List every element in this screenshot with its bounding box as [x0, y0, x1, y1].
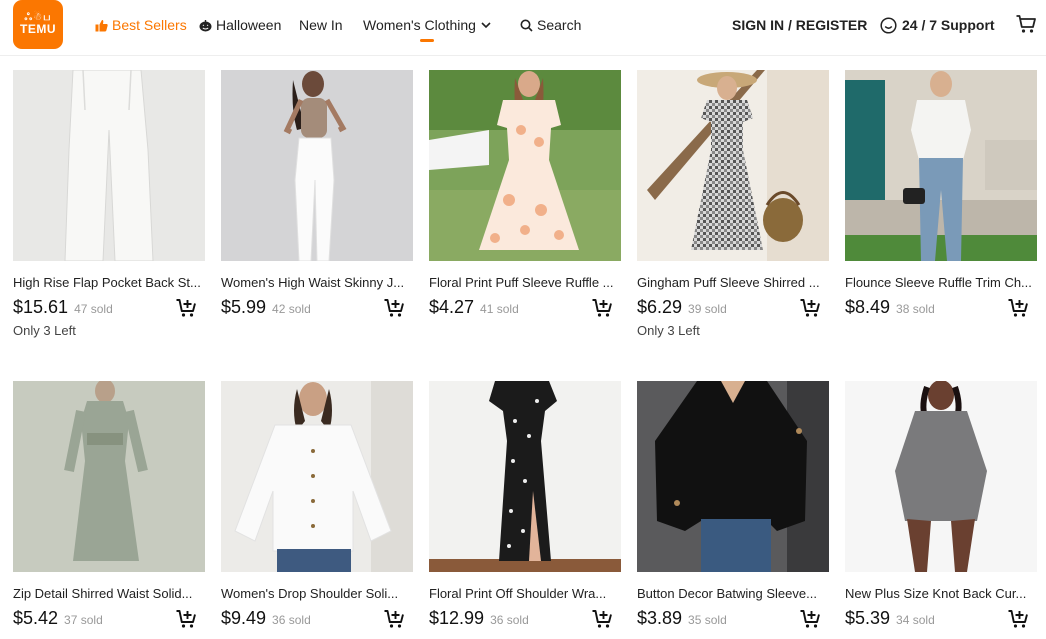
stock-note: Only 3 Left — [13, 323, 76, 338]
product-image-floral-wrap-dress[interactable] — [429, 381, 621, 572]
sold-count: 34 sold — [896, 613, 935, 627]
price-value: $6.29 — [637, 297, 683, 317]
sign-in-label: SIGN IN / REGISTER — [732, 17, 868, 33]
search-icon — [520, 19, 533, 32]
product-title[interactable]: Flounce Sleeve Ruffle Trim Ch... — [845, 275, 1037, 291]
chat-smile-icon — [880, 16, 897, 34]
nav-best-sellers-label: Best Sellers — [112, 17, 187, 33]
add-to-cart-icon — [384, 610, 404, 628]
product-title[interactable]: New Plus Size Knot Back Cur... — [845, 586, 1037, 602]
product-image-ruffle-blouse[interactable] — [845, 70, 1037, 261]
add-to-cart-icon — [1008, 299, 1028, 317]
product-price: $4.27 41 sold — [429, 296, 519, 320]
price-value: $9.49 — [221, 608, 267, 628]
product-image-floral-dress[interactable] — [429, 70, 621, 261]
sold-count: 36 sold — [272, 613, 311, 627]
support-link[interactable]: 24 / 7 Support — [880, 14, 995, 36]
product-price: $12.99 36 sold — [429, 607, 529, 631]
temu-logo[interactable]: ஃ☃ப TEMU — [13, 0, 63, 49]
stock-note: Only 3 Left — [637, 323, 700, 338]
add-to-cart-icon — [384, 299, 404, 317]
product-image-plus-size-dress[interactable] — [845, 381, 1037, 572]
product-image-white-shirt[interactable] — [221, 381, 413, 572]
product-price: $15.61 47 sold — [13, 296, 113, 320]
nav-search[interactable]: Search — [520, 15, 581, 35]
add-to-cart-icon — [800, 610, 820, 628]
product-image-gingham-dress[interactable] — [637, 70, 829, 261]
thumbs-up-icon — [95, 19, 108, 32]
nav-new-in-label: New In — [299, 17, 343, 33]
sold-count: 36 sold — [490, 613, 529, 627]
add-to-cart-button[interactable] — [799, 296, 821, 318]
add-to-cart-icon — [592, 299, 612, 317]
nav-search-label: Search — [537, 17, 582, 33]
price-value: $3.89 — [637, 608, 683, 628]
pumpkin-icon — [199, 19, 212, 32]
product-image-wide-leg-pants[interactable] — [13, 70, 205, 261]
logo-text: TEMU — [20, 22, 56, 36]
product-title[interactable]: Floral Print Off Shoulder Wra... — [429, 586, 621, 602]
sold-count: 42 sold — [272, 302, 311, 316]
product-price: $9.49 36 sold — [221, 607, 311, 631]
add-to-cart-button[interactable] — [175, 296, 197, 318]
sign-in-register-link[interactable]: SIGN IN / REGISTER — [732, 14, 867, 36]
product-title[interactable]: Zip Detail Shirred Waist Solid... — [13, 586, 205, 602]
product-image-batwing-top[interactable] — [637, 381, 829, 572]
sold-count: 38 sold — [896, 302, 935, 316]
product-title[interactable]: High Rise Flap Pocket Back St... — [13, 275, 205, 291]
product-image-skinny-jeans[interactable] — [221, 70, 413, 261]
nav-best-sellers[interactable]: Best Sellers — [95, 15, 187, 35]
support-label: 24 / 7 Support — [902, 17, 995, 33]
active-nav-underline — [420, 39, 434, 42]
shopping-cart-icon — [1015, 13, 1037, 35]
add-to-cart-button[interactable] — [175, 607, 197, 629]
add-to-cart-button[interactable] — [591, 296, 613, 318]
price-value: $15.61 — [13, 297, 69, 317]
add-to-cart-button[interactable] — [1007, 607, 1029, 629]
price-value: $8.49 — [845, 297, 891, 317]
add-to-cart-icon — [176, 299, 196, 317]
add-to-cart-button[interactable] — [591, 607, 613, 629]
product-image-shirred-waist-dress[interactable] — [13, 381, 205, 572]
product-title[interactable]: Button Decor Batwing Sleeve... — [637, 586, 829, 602]
product-title[interactable]: Women's Drop Shoulder Soli... — [221, 586, 413, 602]
product-title[interactable]: Women's High Waist Skinny J... — [221, 275, 413, 291]
product-title[interactable]: Gingham Puff Sleeve Shirred ... — [637, 275, 829, 291]
product-price: $6.29 39 sold — [637, 296, 727, 320]
cart-button[interactable] — [1015, 13, 1037, 35]
add-to-cart-button[interactable] — [799, 607, 821, 629]
add-to-cart-button[interactable] — [383, 296, 405, 318]
price-value: $12.99 — [429, 608, 485, 628]
price-value: $5.39 — [845, 608, 891, 628]
sold-count: 47 sold — [74, 302, 113, 316]
site-header: ஃ☃ப TEMU Best Sellers Halloween New In W… — [0, 0, 1046, 56]
add-to-cart-button[interactable] — [1007, 296, 1029, 318]
sold-count: 41 sold — [480, 302, 519, 316]
product-price: $5.42 37 sold — [13, 607, 103, 631]
add-to-cart-button[interactable] — [383, 607, 405, 629]
add-to-cart-icon — [800, 299, 820, 317]
price-value: $5.42 — [13, 608, 59, 628]
product-price: $3.89 35 sold — [637, 607, 727, 631]
product-price: $5.99 42 sold — [221, 296, 311, 320]
add-to-cart-icon — [1008, 610, 1028, 628]
price-value: $4.27 — [429, 297, 475, 317]
nav-new-in[interactable]: New In — [299, 15, 343, 35]
price-value: $5.99 — [221, 297, 267, 317]
add-to-cart-icon — [176, 610, 196, 628]
product-title[interactable]: Floral Print Puff Sleeve Ruffle ... — [429, 275, 621, 291]
add-to-cart-icon — [592, 610, 612, 628]
product-price: $8.49 38 sold — [845, 296, 935, 320]
sold-count: 35 sold — [688, 613, 727, 627]
nav-womens-clothing[interactable]: Women's Clothing — [363, 15, 493, 35]
nav-womens-clothing-label: Women's Clothing — [363, 17, 476, 33]
sold-count: 37 sold — [64, 613, 103, 627]
chevron-down-icon — [480, 19, 493, 32]
nav-halloween-label: Halloween — [216, 17, 282, 33]
nav-halloween[interactable]: Halloween — [199, 15, 281, 35]
sold-count: 39 sold — [688, 302, 727, 316]
product-price: $5.39 34 sold — [845, 607, 935, 631]
